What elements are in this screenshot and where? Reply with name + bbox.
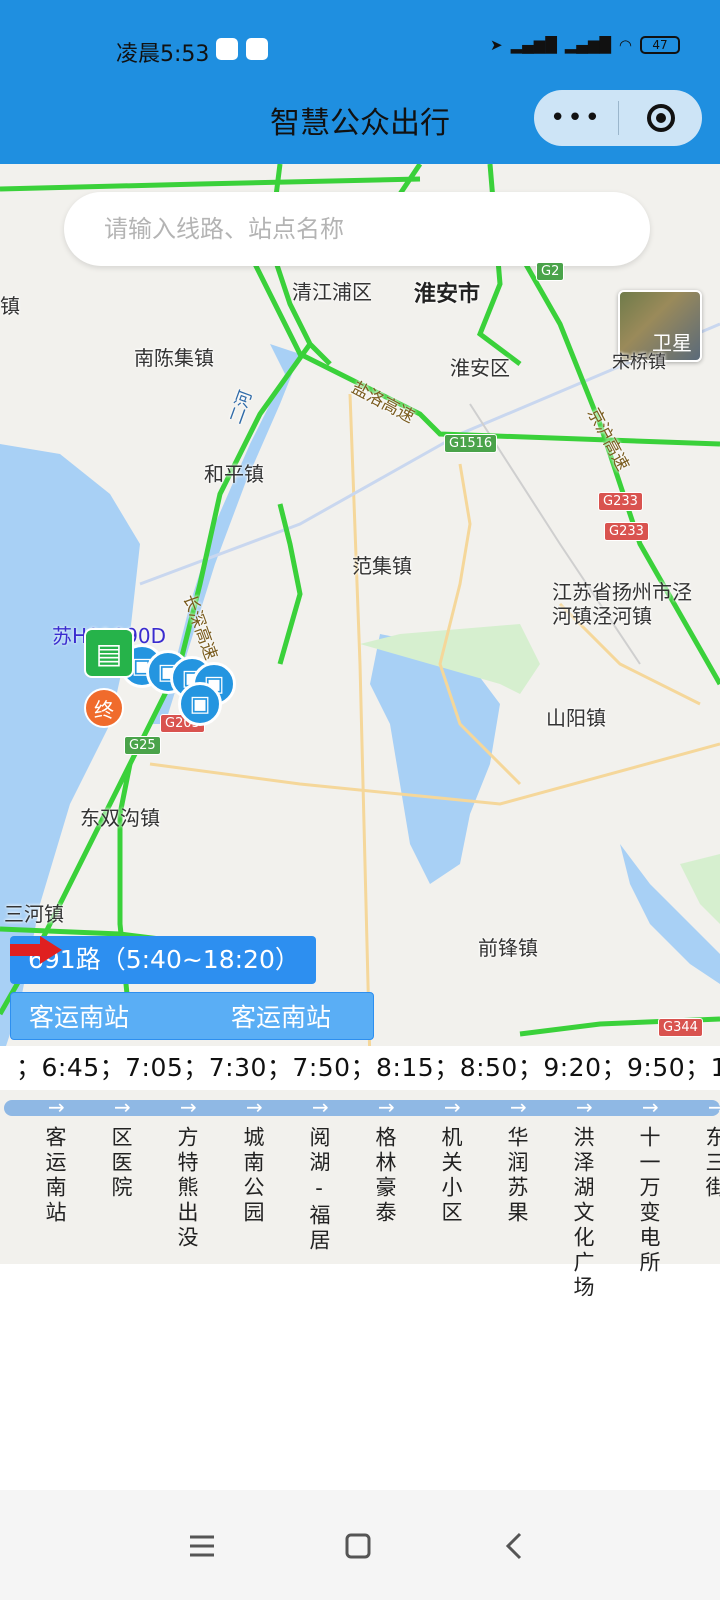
arrow-right-icon: →: [708, 1100, 720, 1116]
arrow-right-icon: →: [576, 1100, 593, 1116]
home-button[interactable]: [328, 1516, 388, 1576]
wifi-icon: ◠: [618, 36, 632, 54]
search-box: [64, 192, 650, 266]
arrow-right-icon: →: [48, 1100, 65, 1116]
stop-item[interactable]: 十一万变电所: [634, 1126, 664, 1276]
map-label: 淮安市: [414, 282, 481, 307]
road-shield: G233: [604, 522, 649, 541]
terminal-marker: 终: [84, 688, 124, 728]
signal-icon: ▂▄▆█: [510, 36, 557, 54]
map-label: 山阳镇: [546, 706, 606, 730]
map-view[interactable]: 卫星 清江浦区 淮安市 南陈集镇 淮安区 和平镇 范集镇 江苏省扬州市泾河镇泾河…: [0, 164, 720, 1264]
map-label: 南陈集镇: [134, 346, 214, 370]
bus-icon[interactable]: ▤: [84, 628, 134, 678]
location-icon: ➤: [490, 36, 503, 54]
stop-item[interactable]: 城南公园: [238, 1126, 268, 1226]
arrow-right-icon: →: [444, 1100, 461, 1116]
menu-icon: [190, 1535, 214, 1557]
arrow-right-icon: →: [114, 1100, 131, 1116]
route-line: → → → → → → → → → → →: [4, 1100, 720, 1116]
miniprogram-capsule: •••: [534, 90, 702, 146]
menu-button[interactable]: [172, 1516, 232, 1576]
road-shield: G25: [124, 736, 161, 755]
more-menu-button[interactable]: •••: [534, 103, 618, 133]
status-icons: ➤ ▂▄▆█ ▂▄▆█ ◠ 47: [490, 36, 680, 54]
road-shield: G233: [598, 492, 643, 511]
close-miniprogram-button[interactable]: [619, 104, 702, 132]
map-label: 江苏省扬州市泾河镇泾河镇: [552, 580, 692, 628]
stop-item[interactable]: 洪泽湖文化广场: [568, 1126, 598, 1301]
stop-item[interactable]: 客运南站: [40, 1126, 70, 1226]
bus-icon[interactable]: ▣: [178, 682, 222, 726]
map-label: 前锋镇: [478, 936, 538, 960]
map-label: 范集镇: [352, 554, 412, 578]
arrow-right-icon: →: [378, 1100, 395, 1116]
battery-icon: 47: [640, 36, 680, 54]
arrow-right-icon: →: [510, 1100, 527, 1116]
title-bar: 智慧公众出行 •••: [0, 80, 720, 164]
road-shield: G2: [536, 262, 565, 281]
road-shield: G344: [658, 1018, 703, 1037]
arrow-right-icon: →: [246, 1100, 263, 1116]
stop-item[interactable]: 机关小区: [436, 1126, 466, 1226]
stop-item[interactable]: 方特熊出没: [172, 1126, 202, 1251]
stop-item[interactable]: 格林豪泰: [370, 1126, 400, 1226]
route-from: 客运南站: [29, 1003, 130, 1032]
baidu-icon: [246, 38, 268, 60]
map-label: 三河镇: [4, 902, 64, 926]
signal-icon: ▂▄▆█: [564, 36, 611, 54]
route-panel: 691路（5:40~18:20） 客运南站 客运南站: [10, 936, 374, 1040]
map-label: 东双沟镇: [80, 806, 160, 830]
map-label: 和平镇: [204, 462, 264, 486]
back-button[interactable]: [484, 1516, 544, 1576]
stop-item[interactable]: 华润苏果: [502, 1126, 532, 1226]
map-label: 清江浦区: [292, 280, 372, 304]
route-to: 客运南站: [231, 1003, 332, 1032]
arrow-right-icon: →: [642, 1100, 659, 1116]
target-icon: [646, 104, 675, 132]
baidu-icon: [216, 38, 238, 60]
status-time: 凌晨5:53: [116, 42, 210, 67]
stop-item[interactable]: 区医院: [106, 1126, 136, 1201]
stop-item[interactable]: 阅湖-福居: [304, 1126, 334, 1254]
route-direction[interactable]: 客运南站 客运南站: [10, 936, 374, 1040]
arrow-right-icon: →: [312, 1100, 329, 1116]
map-label: 宋桥镇: [612, 352, 666, 373]
map-label: 镇: [0, 294, 20, 318]
schedule-times: ；6:45；7:05；7:30；7:50；8:15；8:50；9:20；9:50…: [0, 1046, 720, 1090]
map-label: 淮安区: [450, 356, 510, 380]
road-shield: G1516: [444, 434, 498, 453]
arrow-right-icon: →: [180, 1100, 197, 1116]
stop-item[interactable]: 东三街: [700, 1126, 720, 1246]
search-input[interactable]: [64, 192, 650, 266]
back-icon: [505, 1532, 522, 1560]
home-icon: [345, 1533, 371, 1559]
stop-list: 客运南站 区医院 方特熊出没 城南公园 阅湖-福居 格林豪泰 机关小区 华润苏果…: [0, 1126, 720, 1366]
system-nav-bar: [0, 1490, 720, 1600]
